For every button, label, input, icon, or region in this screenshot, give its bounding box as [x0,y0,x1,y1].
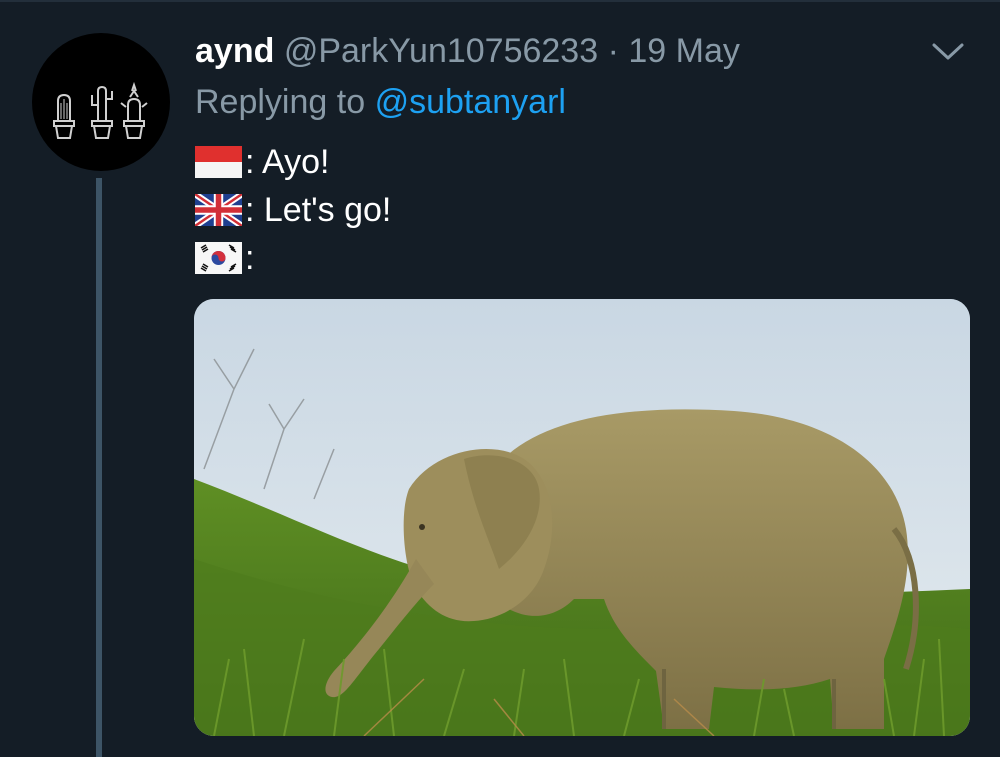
tweet-line-text: : [245,239,255,277]
display-name[interactable]: aynd [195,32,274,70]
south-korea-flag-icon [195,242,242,274]
thread-line [96,178,102,757]
replying-prefix: Replying to [195,83,366,121]
cactus-pots-icon [53,81,148,139]
user-handle[interactable]: @ParkYun10756233 [284,32,598,70]
indonesia-flag-icon [195,146,242,178]
separator: · [607,32,619,70]
elephant-photo [194,299,970,736]
uk-flag-icon [195,194,242,226]
replying-to: Replying to @subtanyarl [195,79,566,125]
tweet-line-text: : Ayo! [245,143,330,181]
avatar[interactable] [32,33,170,171]
mention-link[interactable]: @subtanyarl [375,83,566,121]
tweet-line-text: : Let's go! [245,191,392,229]
tweet-media-image[interactable] [194,299,970,736]
top-divider [0,0,1000,2]
tweet-date[interactable]: 19 May [628,32,740,70]
chevron-down-icon[interactable] [928,36,968,66]
tweet-header: aynd @ParkYun10756233 · 19 May [195,28,740,76]
